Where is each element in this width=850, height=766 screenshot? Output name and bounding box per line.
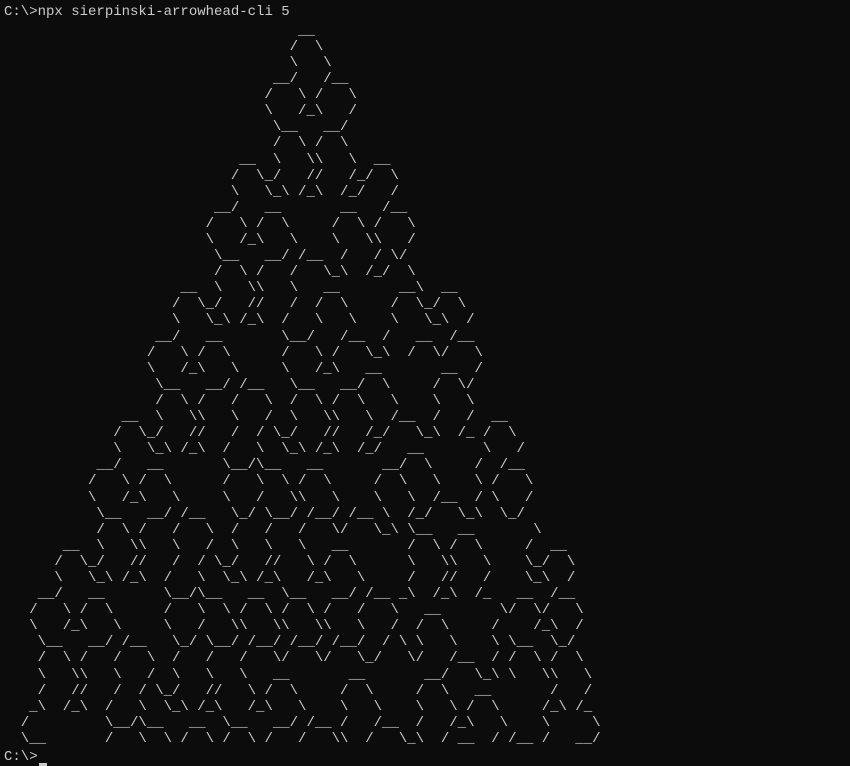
- command-line-1: C:\>npx sierpinski-arrowhead-cli 5: [4, 4, 846, 21]
- prompt-2: C:\>: [4, 749, 38, 765]
- prompt-1: C:\>: [4, 4, 38, 20]
- command-line-2[interactable]: C:\>: [4, 749, 846, 766]
- sierpinski-output: __ / \ \ \ __/ /__ / \ / \ \: [4, 23, 846, 747]
- cursor-icon: [39, 763, 47, 766]
- terminal-window[interactable]: C:\>npx sierpinski-arrowhead-cli 5 __ / …: [4, 4, 846, 614]
- command-text-1: npx sierpinski-arrowhead-cli 5: [38, 4, 290, 20]
